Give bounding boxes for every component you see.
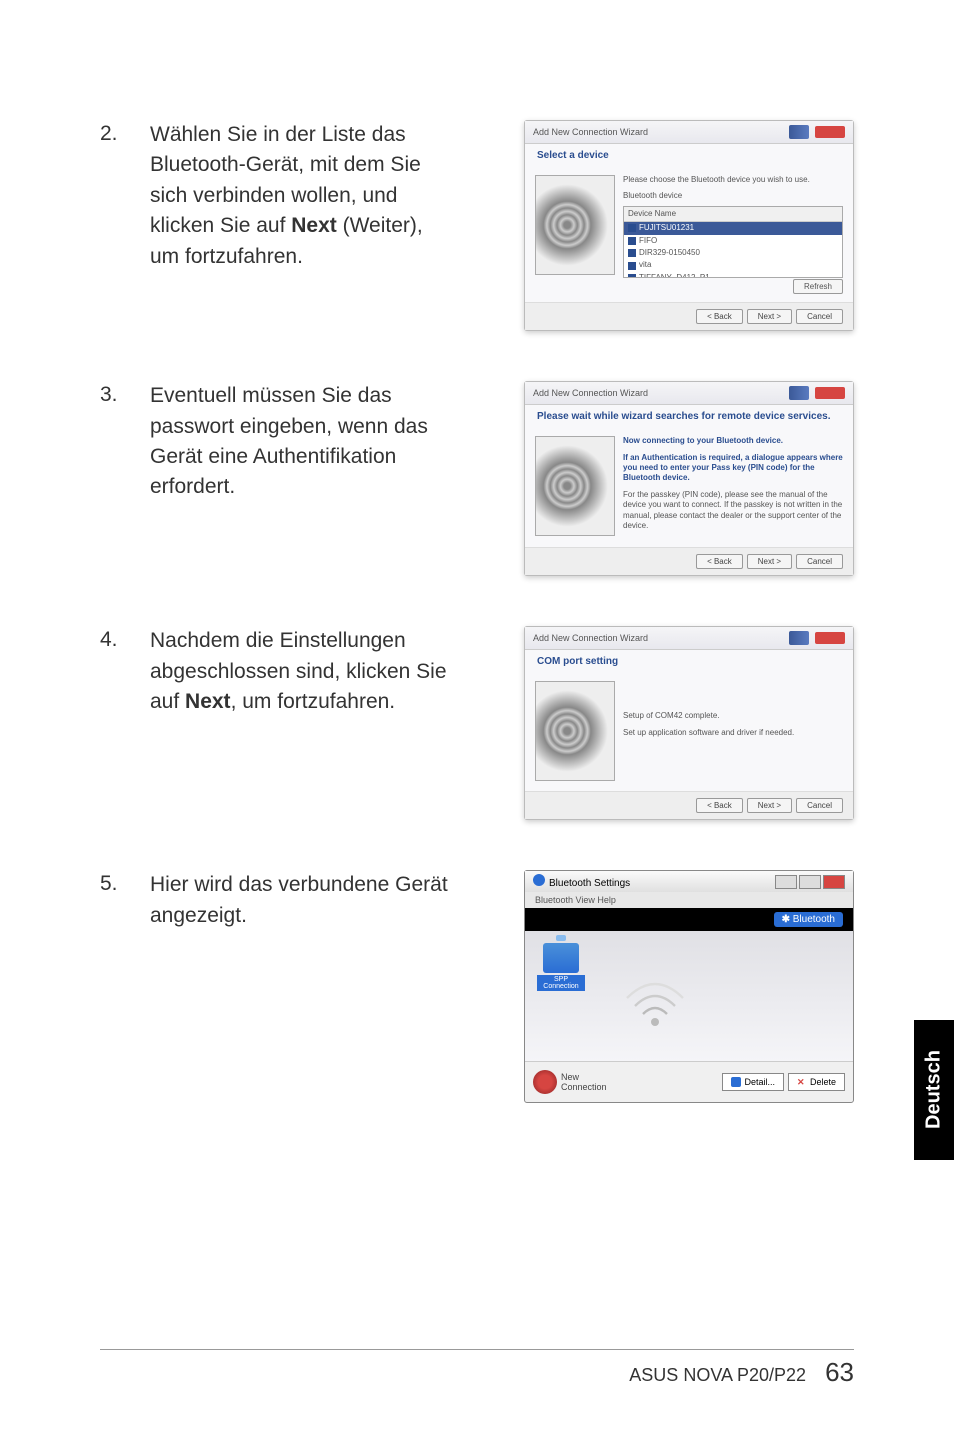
maximize-icon[interactable] (799, 875, 821, 889)
minimize-icon[interactable] (775, 875, 797, 889)
back-button[interactable]: < Back (696, 798, 743, 813)
device-item[interactable]: vita (624, 259, 842, 271)
device-icon (628, 274, 636, 278)
step-number: 2. (100, 120, 150, 146)
next-button[interactable]: Next > (747, 309, 792, 324)
spp-connection-item[interactable]: SPPConnection (537, 943, 585, 991)
close-icon[interactable] (823, 875, 845, 889)
wireless-signal-icon (615, 966, 695, 1046)
next-button[interactable]: Next > (747, 798, 792, 813)
next-button[interactable]: Next > (747, 554, 792, 569)
step-number: 3. (100, 381, 150, 407)
info-icon (731, 1077, 741, 1087)
back-button[interactable]: < Back (696, 309, 743, 324)
menu-bar[interactable]: Bluetooth View Help (525, 892, 853, 908)
bluetooth-settings-window: Bluetooth Settings Bluetooth View Help ✱… (524, 870, 854, 1103)
wizard-graphic (535, 681, 615, 781)
cancel-button[interactable]: Cancel (796, 798, 843, 813)
new-connection-icon (533, 1070, 557, 1094)
page-footer: ASUS NOVA P20/P22 63 (629, 1357, 854, 1388)
step-text: Hier wird das verbundene Gerät angezeigt… (150, 870, 450, 931)
detail-button[interactable]: Detail... (722, 1073, 784, 1091)
bluetooth-logo-icon (789, 125, 809, 139)
window-title-bar: Bluetooth Settings (525, 871, 853, 892)
device-icon (628, 237, 636, 245)
close-icon[interactable] (815, 387, 845, 399)
devices-panel: SPPConnection (525, 931, 853, 1061)
connection-icon (543, 943, 579, 973)
back-button[interactable]: < Back (696, 554, 743, 569)
device-item[interactable]: FUJITSU01231 (624, 222, 842, 234)
delete-button[interactable]: ✕Delete (788, 1073, 845, 1091)
step-number: 5. (100, 870, 150, 896)
bluetooth-brand-icon: ✱ Bluetooth (774, 912, 843, 927)
new-connection-button[interactable]: NewConnection (533, 1070, 607, 1094)
device-item[interactable]: DIR329-0150450 (624, 247, 842, 259)
bluetooth-logo-icon (789, 631, 809, 645)
close-icon[interactable] (815, 126, 845, 138)
dialog-title-bar: Add New Connection Wizard (525, 121, 853, 144)
brand-bar: ✱ Bluetooth (525, 908, 853, 931)
device-item[interactable]: FIFO (624, 235, 842, 247)
dialog-title-bar: Add New Connection Wizard (525, 382, 853, 405)
cancel-button[interactable]: Cancel (796, 554, 843, 569)
wizard-graphic (535, 175, 615, 275)
wizard-dialog-select-device: Add New Connection Wizard Select a devic… (524, 120, 854, 331)
step-text: Eventuell müssen Sie das passwort eingeb… (150, 381, 450, 503)
device-icon (628, 224, 636, 232)
bluetooth-logo-icon (789, 386, 809, 400)
dialog-title-bar: Add New Connection Wizard (525, 627, 853, 650)
language-tab: Deutsch (914, 1020, 954, 1160)
wizard-dialog-searching: Add New Connection Wizard Please wait wh… (524, 381, 854, 576)
window-controls (775, 875, 845, 889)
dialog-subtitle: Select a device (525, 144, 853, 167)
wizard-dialog-com-port: Add New Connection Wizard COM port setti… (524, 626, 854, 820)
device-icon (628, 262, 636, 270)
wizard-graphic (535, 436, 615, 536)
delete-icon: ✕ (797, 1077, 807, 1087)
dialog-subtitle: Please wait while wizard searches for re… (525, 405, 853, 428)
footer-divider (100, 1349, 854, 1350)
close-icon[interactable] (815, 632, 845, 644)
device-item[interactable]: TIFFANY_D412_P1 (624, 272, 842, 278)
step-text: Nachdem die Einstellungen abgeschlossen … (150, 626, 450, 717)
dialog-subtitle: COM port setting (525, 650, 853, 673)
device-icon (628, 249, 636, 257)
step-number: 4. (100, 626, 150, 652)
refresh-button[interactable]: Refresh (793, 279, 843, 294)
bluetooth-icon (533, 874, 545, 886)
settings-footer: NewConnection Detail... ✕Delete (525, 1061, 853, 1102)
step-text: Wählen Sie in der Liste das Bluetooth-Ge… (150, 120, 450, 272)
cancel-button[interactable]: Cancel (796, 309, 843, 324)
device-list[interactable]: Device Name FUJITSU01231 FIFO DIR329-015… (623, 206, 843, 278)
